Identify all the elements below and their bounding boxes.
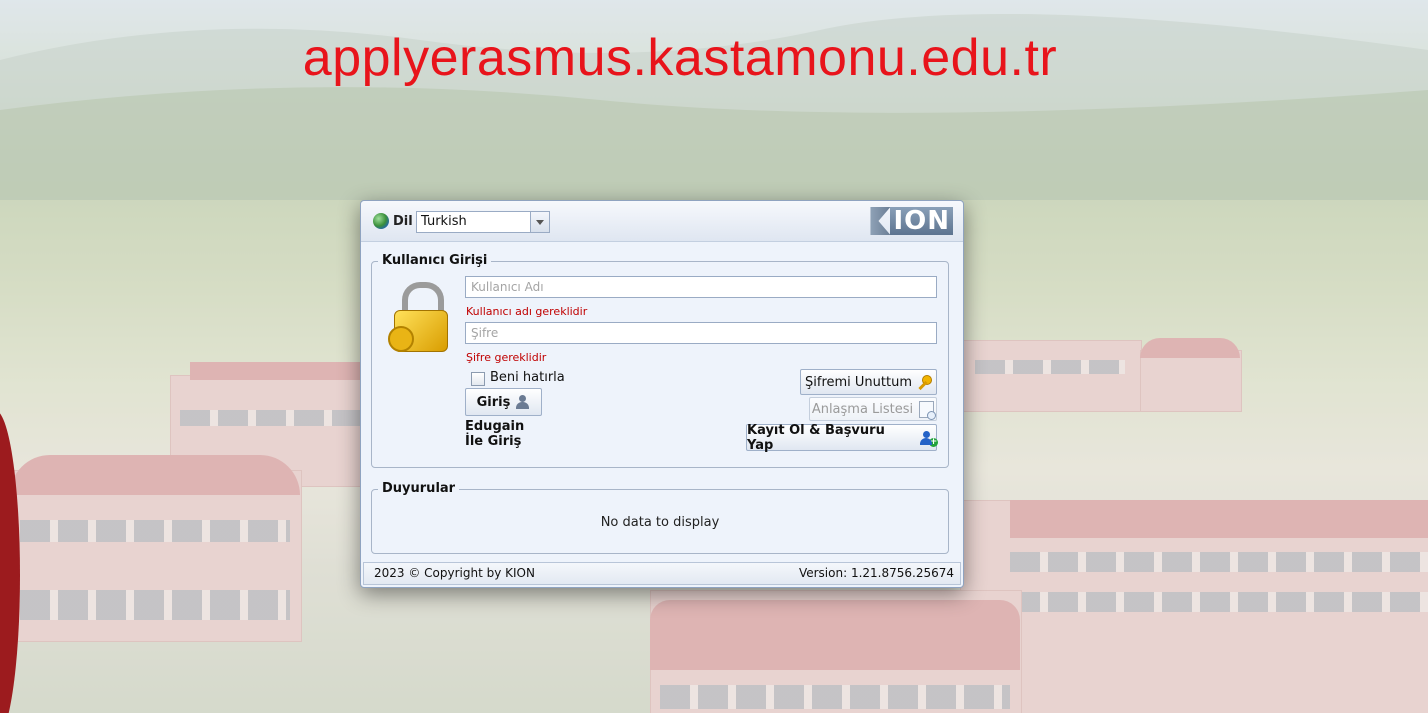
- edugain-line1: Edugain: [465, 419, 525, 434]
- copyright-text: 2023 © Copyright by KION: [374, 566, 535, 580]
- agreement-list-button[interactable]: Anlaşma Listesi: [809, 397, 937, 421]
- language-selected-value: Turkish: [421, 214, 467, 229]
- kion-logo-text: ION: [890, 207, 953, 235]
- version-text: Version: 1.21.8756.25674: [798, 566, 954, 580]
- language-label: Dil: [393, 214, 413, 229]
- globe-icon: [373, 213, 389, 229]
- login-button[interactable]: Giriş: [465, 388, 542, 416]
- language-select[interactable]: Turkish: [416, 211, 550, 233]
- announcements-legend: Duyurular: [378, 481, 460, 496]
- password-error: Şifre gereklidir: [466, 351, 547, 364]
- login-button-label: Giriş: [476, 394, 511, 410]
- language-bar: Dil Turkish ION: [361, 201, 963, 242]
- document-search-icon: [919, 400, 937, 420]
- username-error: Kullanıcı adı gereklidir: [466, 305, 588, 318]
- forgot-password-label: Şifremi Unuttum: [805, 374, 912, 390]
- announcements-empty-message: No data to display: [600, 515, 720, 530]
- lock-icon: [388, 282, 450, 352]
- key-icon: [918, 375, 932, 389]
- username-input[interactable]: [465, 276, 937, 298]
- remember-me-label[interactable]: Beni hatırla: [490, 370, 565, 385]
- user-add-icon: +: [920, 430, 938, 447]
- announcements-section: Duyurular No data to display: [371, 481, 949, 554]
- login-section: Kullanıcı Girişi Kullanıcı adı gereklidi…: [371, 253, 949, 468]
- login-legend: Kullanıcı Girişi: [378, 253, 492, 268]
- login-window: Dil Turkish ION Kullanıcı Girişi Kullanı…: [360, 200, 964, 588]
- kion-logo: ION: [870, 206, 953, 236]
- edugain-line2: İle Giriş: [465, 434, 522, 449]
- footer-bar: 2023 © Copyright by KION Version: 1.21.8…: [363, 562, 961, 585]
- edugain-login-link[interactable]: Edugain İle Giriş: [465, 419, 524, 449]
- register-apply-button[interactable]: Kayıt Ol & Başvuru Yap +: [746, 422, 938, 453]
- password-input[interactable]: [465, 322, 937, 344]
- register-apply-label: Kayıt Ol & Başvuru Yap: [747, 422, 885, 453]
- user-icon: [516, 395, 530, 409]
- kion-logo-k-mark: [870, 207, 891, 235]
- chevron-down-icon[interactable]: [530, 212, 549, 232]
- agreement-list-label: Anlaşma Listesi: [811, 401, 914, 417]
- site-domain-title: applyerasmus.kastamonu.edu.tr: [302, 29, 1058, 87]
- remember-me-checkbox[interactable]: [471, 372, 485, 386]
- forgot-password-button[interactable]: Şifremi Unuttum: [800, 369, 937, 395]
